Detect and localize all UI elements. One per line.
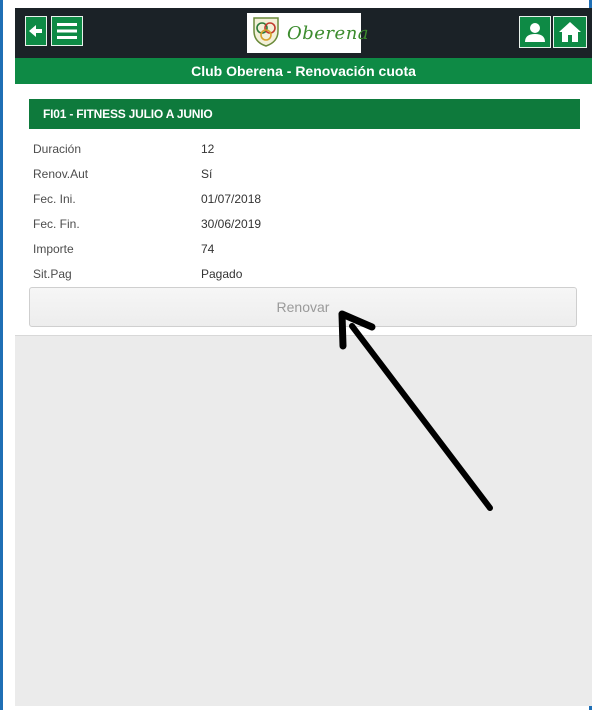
detail-label: Importe	[33, 241, 74, 256]
app-container: Oberena Club Oberena - Renovación cuota …	[15, 8, 592, 706]
user-button[interactable]	[519, 16, 551, 48]
logo-text: Oberena	[287, 22, 370, 44]
detail-value: 01/07/2018	[201, 191, 262, 206]
detail-label: Fec. Fin.	[33, 216, 80, 231]
detail-label: Fec. Ini.	[33, 191, 76, 206]
home-button[interactable]	[553, 16, 587, 48]
renew-button[interactable]: Renovar	[29, 287, 577, 327]
browser-frame: Oberena Club Oberena - Renovación cuota …	[0, 0, 592, 710]
membership-panel: FI01 - FITNESS JULIO A JUNIO Duración 12…	[15, 84, 592, 336]
detail-row-fec-ini: Fec. Ini. 01/07/2018	[33, 186, 573, 211]
detail-value: 74	[201, 241, 215, 256]
home-icon	[558, 21, 582, 43]
detail-row-sit-pag: Sit.Pag Pagado	[33, 261, 573, 286]
detail-value: Sí	[201, 166, 213, 181]
detail-label: Sit.Pag	[33, 266, 72, 281]
detail-label: Renov.Aut	[33, 166, 89, 181]
page-title: Club Oberena - Renovación cuota	[15, 58, 592, 84]
detail-value: Pagado	[201, 266, 243, 281]
detail-row-fec-fin: Fec. Fin. 30/06/2019	[33, 211, 573, 236]
club-logo[interactable]: Oberena	[247, 13, 369, 53]
detail-label: Duración	[33, 141, 82, 156]
arrow-left-icon	[29, 24, 43, 38]
detail-value: 12	[201, 141, 215, 156]
logo-emblem-icon	[251, 15, 281, 52]
menu-button[interactable]	[51, 16, 83, 46]
detail-row-importe: Importe 74	[33, 236, 573, 261]
top-bar: Oberena	[15, 8, 592, 58]
hamburger-menu-icon	[56, 22, 78, 40]
user-icon	[524, 21, 546, 43]
membership-title: FI01 - FITNESS JULIO A JUNIO	[29, 99, 580, 129]
detail-row-renov-aut: Renov.Aut Sí	[33, 161, 573, 186]
detail-value: 30/06/2019	[201, 216, 262, 231]
detail-row-duracion: Duración 12	[33, 136, 573, 161]
back-button[interactable]	[25, 16, 47, 46]
